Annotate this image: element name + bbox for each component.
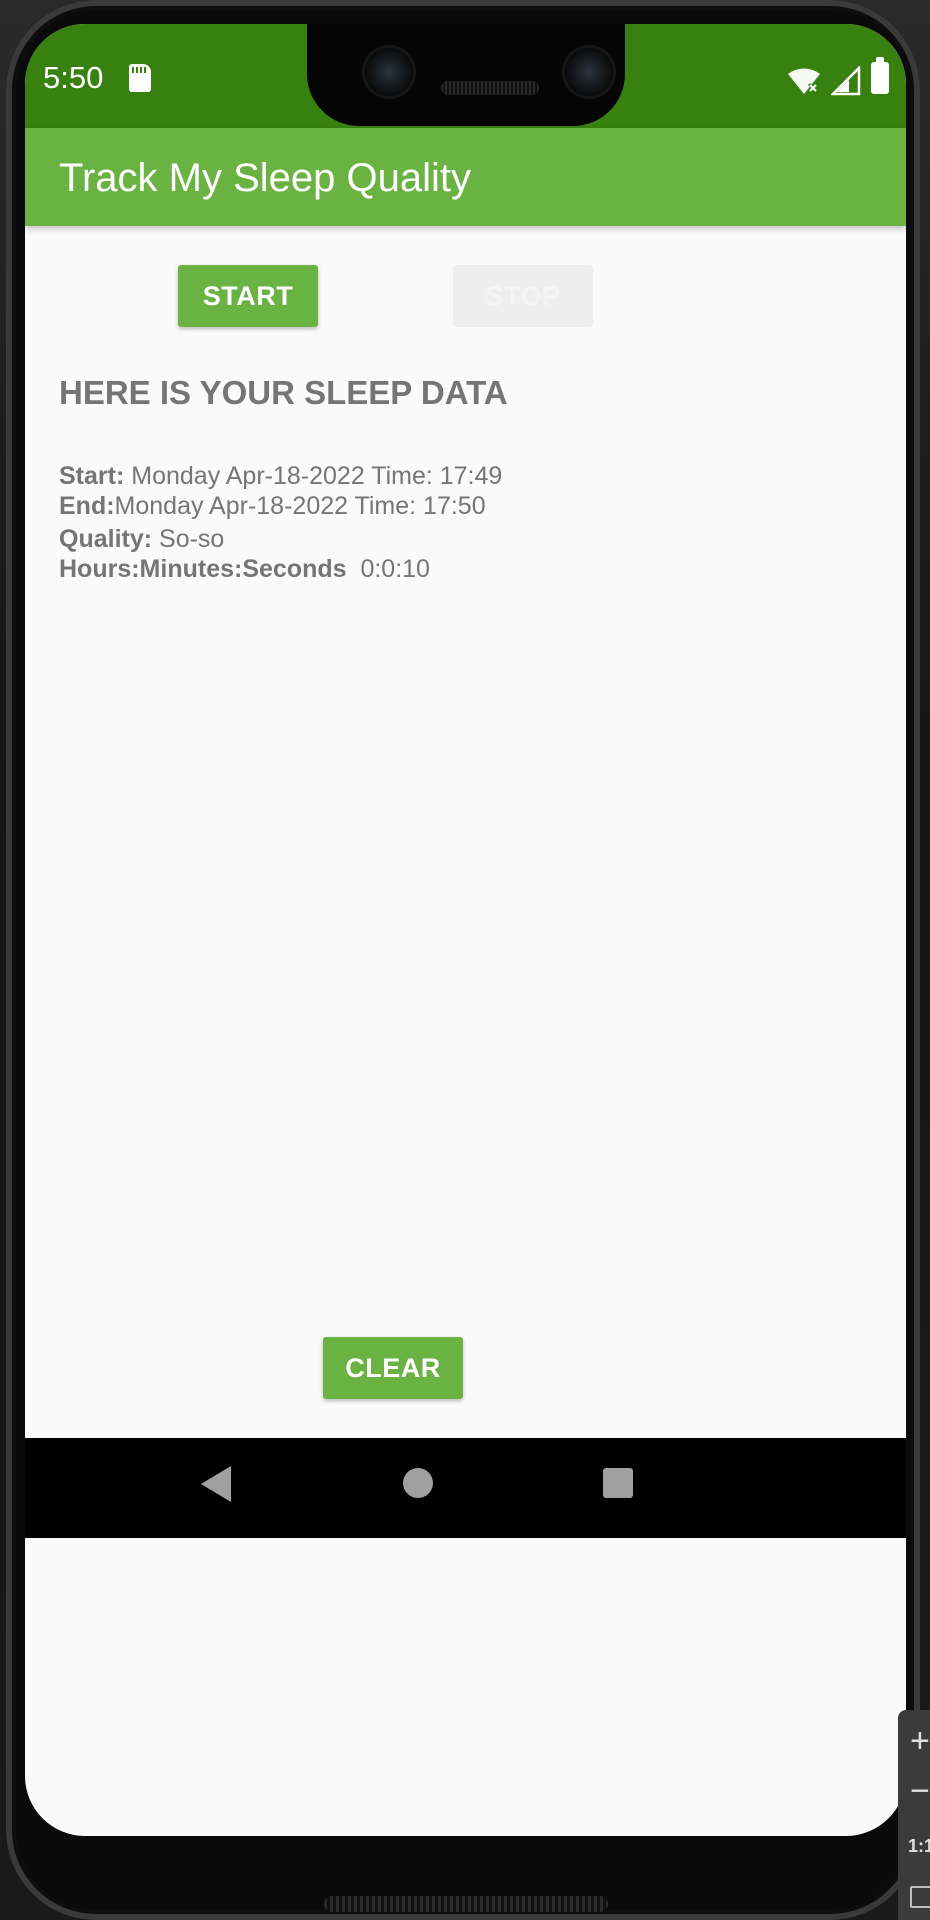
sleep-start-value: Monday Apr-18-2022 Time: 17:49 [131,462,503,490]
back-icon[interactable] [201,1466,231,1502]
zoom-in-button[interactable]: + [910,1724,930,1758]
sleep-quality-value: So-so [159,525,225,553]
device-frame: 5:50 Track My Sleep Quality Start [0,0,930,1920]
signal-icon [831,66,861,96]
earpiece-speaker [441,81,539,95]
sleep-end-label: End: [59,492,115,520]
navigation-bar [25,1438,906,1538]
sd-card-icon [129,64,151,92]
sleep-duration-value: 0:0:10 [360,555,430,583]
actual-size-button[interactable]: 1:1 [908,1836,930,1857]
sleep-duration-label: Hours:Minutes:Seconds [59,555,347,583]
main-content: Start Stop HERE IS YOUR SLEEP DATA Start… [25,226,906,1438]
front-camera-right-icon [565,48,613,96]
sleep-data-heading: HERE IS YOUR SLEEP DATA [59,374,508,411]
start-button[interactable]: Start [178,265,318,327]
emulator-zoom-toolbar: + − 1:1 [898,1710,930,1920]
status-time: 5:50 [43,60,104,95]
recents-icon[interactable] [603,1468,633,1498]
wifi-icon [788,68,820,94]
front-camera-left-icon [365,48,413,96]
phone-screen: 5:50 Track My Sleep Quality Start [25,24,906,1836]
fit-screen-icon[interactable] [910,1886,930,1908]
clear-button[interactable]: Clear [323,1337,463,1399]
sleep-start-label: Start: [59,462,125,490]
status-bar: 5:50 [25,24,906,128]
sleep-quality-label: Quality: [59,525,153,553]
app-title: Track My Sleep Quality [59,156,471,200]
sleep-end-value: Monday Apr-18-2022 Time: 17:50 [114,492,486,520]
sleep-duration-row: Hours:Minutes:Seconds 0:0:10 [59,555,430,584]
camera-notch [307,24,625,126]
home-icon[interactable] [403,1468,433,1498]
sleep-end-row: End:Monday Apr-18-2022 Time: 17:50 [59,492,486,521]
app-bar: Track My Sleep Quality [25,128,906,226]
stop-button[interactable]: Stop [453,265,593,327]
battery-icon [871,57,889,94]
sleep-quality-row: Quality: So-so [59,525,224,554]
bottom-speaker-grille [324,1896,608,1912]
sleep-start-row: Start: Monday Apr-18-2022 Time: 17:49 [59,462,502,491]
zoom-out-button[interactable]: − [910,1774,930,1808]
